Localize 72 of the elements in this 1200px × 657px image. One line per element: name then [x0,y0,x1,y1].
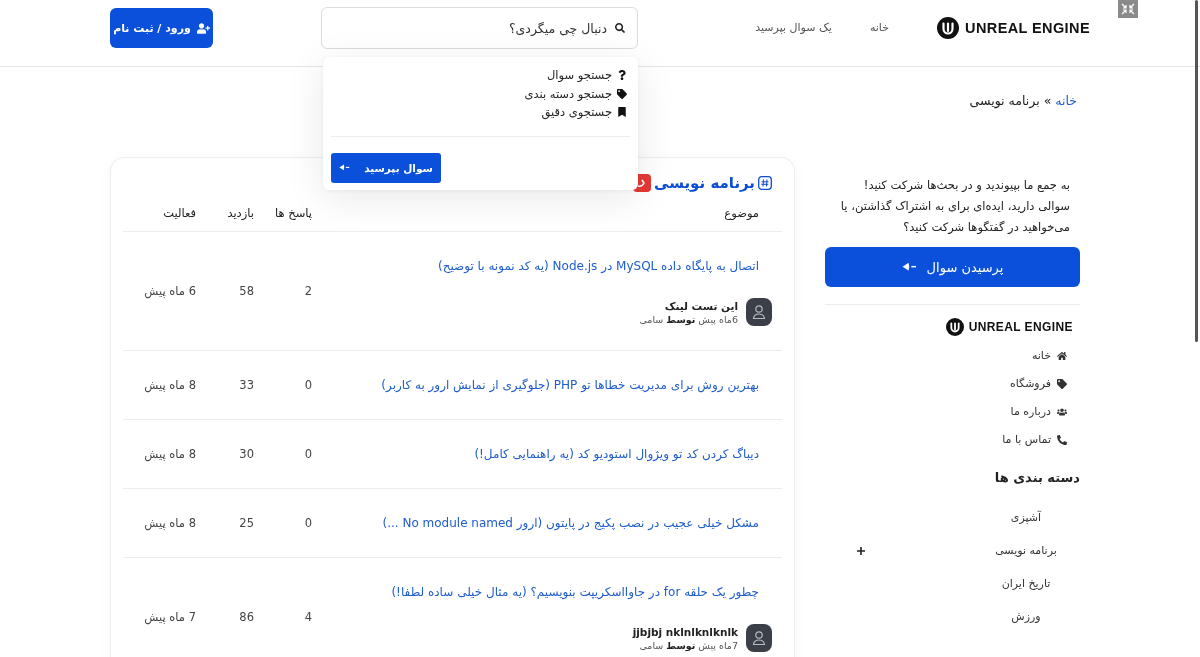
search-option[interactable]: جستجو سوال [547,66,627,85]
circle-logo-icon [937,17,959,39]
arrow-left-icon [901,262,917,272]
activity-time: 8 ماه پیش [144,377,196,394]
sidebar-link[interactable]: خانه [1031,347,1067,365]
tag-icon [617,88,627,99]
view-count: 58 [239,283,254,300]
activity-time: 7 ماه پیش [144,609,196,626]
author-name: jjbjbj nklnlknlknlk [632,624,738,639]
home-icon [1057,351,1067,361]
question-mark-icon [617,70,627,81]
hash-icon [758,176,772,190]
activity-time: 6 ماه پیش [144,283,196,300]
phone-icon [1057,435,1067,445]
answer-count: 0 [304,377,312,394]
categories-heading: دسته بندی ها [994,469,1080,487]
view-count: 33 [239,377,254,394]
breadcrumb-separator: » [1043,92,1052,110]
activity-time: 8 ماه پیش [144,446,196,463]
arrow-left-icon [339,164,351,171]
topic-link[interactable]: دیباگ کردن کد تو ویژوال استودیو کد (یه راهنمایی کامل!) [474,444,759,464]
sidebar-link[interactable]: تماس با ما [1002,431,1067,449]
category-link[interactable]: آشپزی [972,508,1080,528]
user-plus-icon [196,21,210,35]
plus-icon[interactable] [857,547,865,555]
users-icon [1057,407,1067,417]
tag-icon [1057,379,1067,389]
author-name: این تست لینک [664,298,738,313]
view-count: 86 [239,609,254,626]
bookmark-icon [617,107,627,118]
search-option[interactable]: جستجو دسته بندی [524,84,627,103]
circle-logo-icon [945,318,964,336]
breadcrumb-current: برنامه نویسی [969,92,1040,110]
search-option[interactable]: جستجوی دقیق [541,103,627,122]
answer-count: 0 [304,515,312,532]
login-button[interactable]: ورود / ثبت نام [110,8,213,48]
answer-count: 0 [304,446,312,463]
brand-name: UNREAL ENGINE [968,320,1073,334]
answer-count: 4 [304,609,312,626]
search-icon [615,23,625,33]
post-meta: 7ماه پیش توسط سامی [639,638,738,652]
avatar-icon [746,298,772,326]
brand-name: UNREAL ENGINE [965,20,1090,36]
search-field[interactable]: دنبال چی میگردی؟ [321,7,638,49]
topic-link[interactable]: مشکل خیلی عجیب در نصب پکیج در پایتون (ارور No module named ...) [382,513,759,533]
post-meta: 6ماه پیش توسط سامی [639,313,738,326]
ask-question-button[interactable]: سوال بپرسید [331,152,441,183]
category-link[interactable]: ورزش [972,607,1080,627]
intro-text: به جمع ما بپیوندید و در بحث‌ها شرکت کنید! سوالی دارید، ایده‌ای برای به اشتراک گذاشتن، یا می‌خواهید در گفتگوها شرکت کنید؟ [839,177,1071,236]
column-header: بازدید [227,205,254,222]
column-header: فعالیت [163,205,196,222]
breadcrumb-link[interactable]: خانه [1055,92,1077,110]
activity-time: 8 ماه پیش [144,515,196,532]
answer-count: 2 [304,283,312,300]
scrollbar[interactable] [1195,0,1198,342]
view-count: 25 [239,515,254,532]
category-link[interactable]: برنامه نویسی [972,541,1080,561]
sidebar-link[interactable]: فروشگاه [1009,375,1067,393]
topic-link[interactable]: اتصال به پایگاه داده MySQL در Node.js (یه کد نمونه با توضیح) [438,256,759,276]
avatar-icon [746,624,772,652]
ask-question-button[interactable]: پرسیدن سوال [825,247,1080,287]
category-title: برنامه نویسی [654,173,755,193]
category-link[interactable]: تاریخ ایران [972,574,1080,594]
nav-link[interactable]: یک سوال بپرسید [755,19,832,37]
topic-link[interactable]: چطور یک حلقه for در جاوااسکریپت بنویسیم؟ (یه مثال خیلی ساده لطفا!) [391,582,759,602]
nav-link[interactable]: خانه [869,19,889,37]
view-count: 30 [239,446,254,463]
topic-link[interactable]: بهترین روش برای مدیریت خطاها تو PHP (جلوگیری از نمایش ارور به کاربر) [381,375,759,395]
column-header: پاسخ ها [275,205,312,222]
column-header: موضوع [724,205,759,222]
collapse-icon[interactable] [1118,0,1138,18]
sidebar-link[interactable]: درباره ما [1010,403,1067,421]
